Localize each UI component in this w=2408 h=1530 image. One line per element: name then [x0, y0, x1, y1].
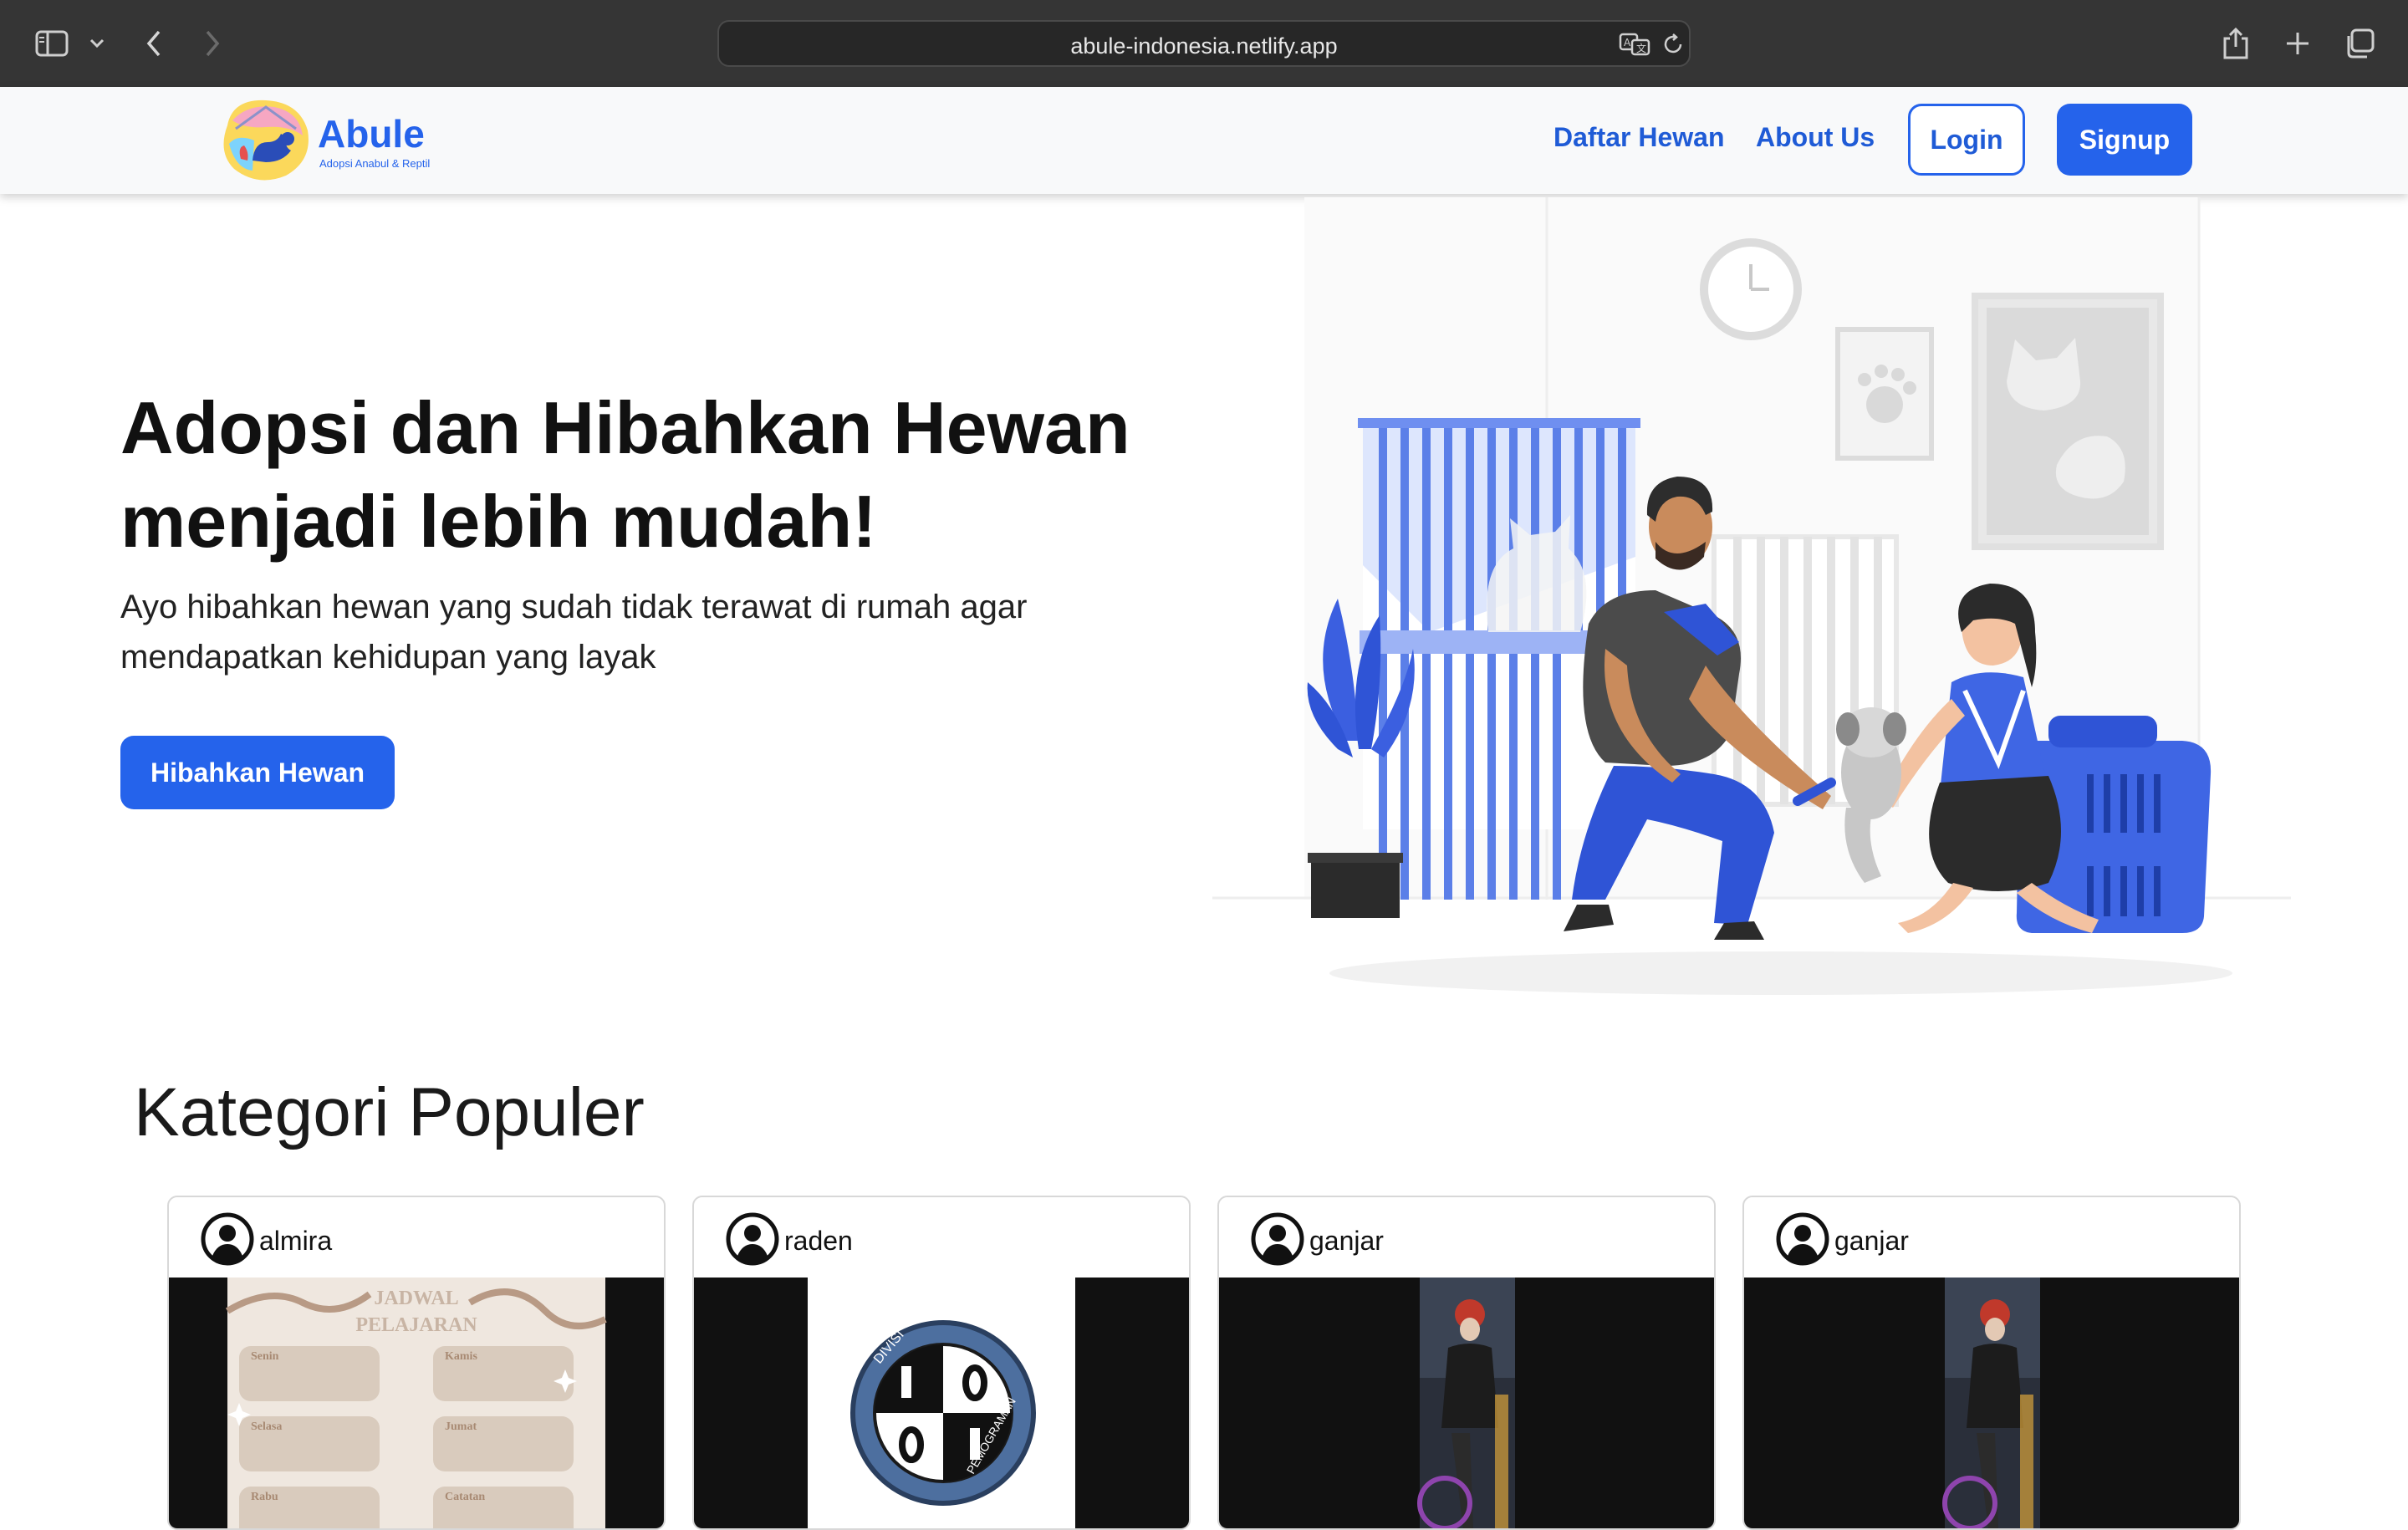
category-card[interactable]: almira JADWAL PELAJARAN Senin Kamis Sela…: [167, 1196, 666, 1530]
back-icon[interactable]: [134, 23, 174, 64]
card-image: [1219, 1278, 1714, 1528]
card-image: [1744, 1278, 2239, 1528]
hero-subtitle: Ayo hibahkan hewan yang sudah tidak tera…: [120, 582, 1107, 682]
day-senin: Senin: [251, 1350, 279, 1363]
card-username: ganjar: [1834, 1225, 1909, 1256]
card-user: raden: [726, 1212, 853, 1270]
day-rabu: Rabu: [251, 1491, 278, 1503]
category-card[interactable]: ganjar: [1217, 1196, 1716, 1530]
hero-title: Adopsi dan Hibahkan Hewan menjadi lebih …: [120, 381, 1224, 569]
new-tab-icon[interactable]: [2278, 23, 2318, 64]
card-user: almira: [201, 1212, 333, 1270]
card-image: JADWAL PELAJARAN Senin Kamis Selasa Juma…: [169, 1278, 664, 1528]
tabs-overview-icon[interactable]: [2339, 23, 2380, 64]
share-icon[interactable]: [2216, 23, 2256, 64]
chevron-down-icon[interactable]: [77, 23, 117, 64]
signup-button[interactable]: Signup: [2057, 104, 2192, 176]
hero-illustration: [1212, 197, 2291, 1000]
svg-text:A: A: [1624, 37, 1631, 48]
card-username: almira: [259, 1225, 333, 1256]
category-card[interactable]: raden DIVISI PEMOGRAMAN: [692, 1196, 1191, 1530]
translate-icon[interactable]: A文: [1619, 32, 1652, 61]
logo-tagline: Adopsi Anabul & Reptil: [319, 157, 430, 170]
day-catatan: Catatan: [445, 1491, 485, 1503]
category-card[interactable]: ganjar: [1742, 1196, 2241, 1530]
nav-daftar-hewan[interactable]: Daftar Hewan: [1553, 122, 1725, 153]
card-user: ganjar: [1776, 1212, 1909, 1270]
sidebar-icon[interactable]: [32, 23, 72, 64]
user-avatar-icon: [201, 1212, 254, 1270]
forward-icon[interactable]: [192, 23, 232, 64]
day-selasa: Selasa: [251, 1420, 282, 1433]
card-username: raden: [784, 1225, 853, 1256]
card-username: ganjar: [1309, 1225, 1384, 1256]
logo-text: Abule: [318, 112, 425, 156]
browser-toolbar: abule-indonesia.netlify.app A文: [0, 0, 2408, 87]
svg-text:文: 文: [1636, 42, 1646, 54]
section-title-kategori: Kategori Populer: [134, 1074, 645, 1150]
day-kamis: Kamis: [445, 1350, 477, 1363]
login-button[interactable]: Login: [1908, 104, 2025, 176]
image-title-1: JADWAL: [374, 1288, 458, 1309]
day-jumat: Jumat: [445, 1420, 477, 1433]
hero-subtitle-line2: mendapatkan kehidupan yang layak: [120, 639, 656, 676]
hibahkan-hewan-button[interactable]: Hibahkan Hewan: [120, 736, 395, 809]
url-text: abule-indonesia.netlify.app: [1070, 33, 1338, 59]
user-avatar-icon: [1251, 1212, 1304, 1270]
user-avatar-icon: [1776, 1212, 1829, 1270]
logo[interactable]: Abule Adopsi Anabul & Reptil: [216, 92, 433, 189]
address-bar[interactable]: abule-indonesia.netlify.app A文: [717, 20, 1691, 67]
image-title-2: PELAJARAN: [355, 1314, 477, 1336]
user-avatar-icon: [726, 1212, 779, 1270]
card-image: DIVISI PEMOGRAMAN: [694, 1278, 1189, 1528]
nav-about-us[interactable]: About Us: [1756, 122, 1875, 153]
card-user: ganjar: [1251, 1212, 1384, 1270]
hero-title-line2: menjadi lebih mudah!: [120, 480, 877, 563]
hero-title-line1: Adopsi dan Hibahkan Hewan: [120, 386, 1130, 469]
hero-subtitle-line1: Ayo hibahkan hewan yang sudah tidak tera…: [120, 589, 1028, 625]
reload-icon[interactable]: [1661, 32, 1686, 61]
